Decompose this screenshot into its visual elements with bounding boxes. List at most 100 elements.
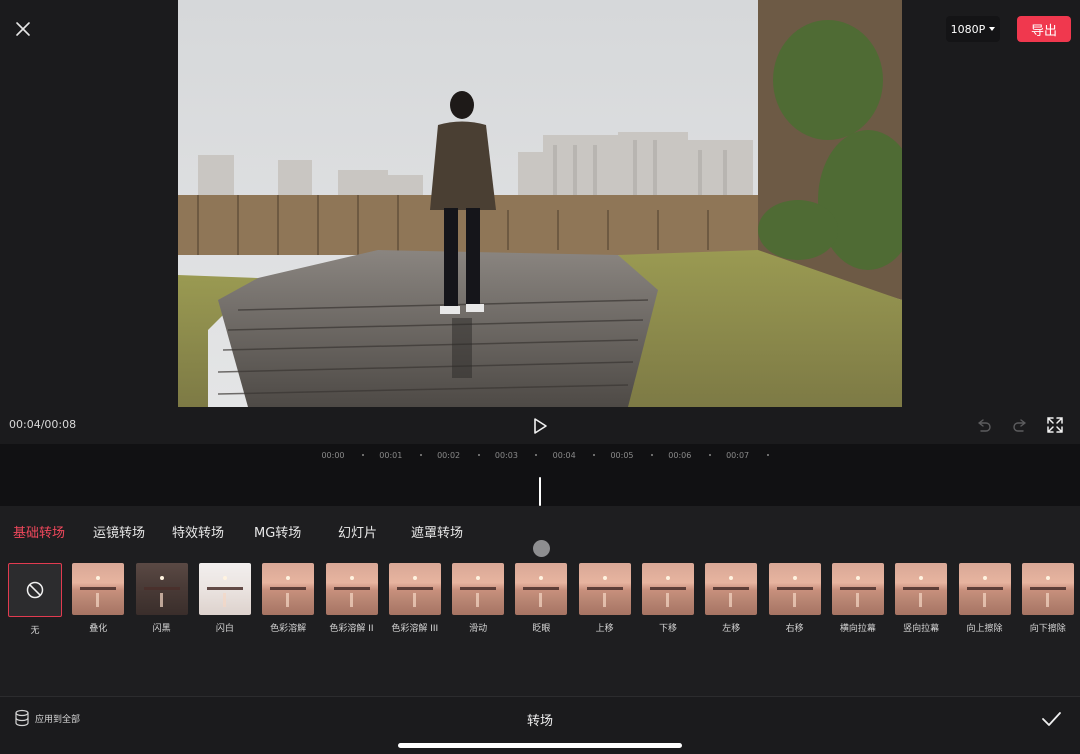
fullscreen-button[interactable] <box>1045 415 1065 435</box>
pier-shape <box>839 587 876 590</box>
transition-thumbnail <box>578 563 631 615</box>
transition-label: 叠化 <box>89 624 108 634</box>
transition-item[interactable]: 叠化 <box>70 563 126 634</box>
transition-thumbnail <box>262 563 315 615</box>
transition-thumbnail <box>325 563 378 615</box>
transition-label: 闪黑 <box>152 624 171 634</box>
pier-shape <box>523 587 560 590</box>
timeline[interactable]: 00:00 00:01 00:02 00:03 00:04 00:05 00:06 00:07 <box>0 444 1080 506</box>
transition-item[interactable]: 眨眼 <box>513 563 569 634</box>
transition-label: 无 <box>30 626 40 636</box>
reflection-shape <box>159 593 163 607</box>
transition-item[interactable]: 滑动 <box>450 563 506 634</box>
confirm-button[interactable] <box>1040 708 1062 730</box>
transition-thumbnail-selected <box>8 563 62 617</box>
ruler-tick-label: 00:06 <box>668 451 692 460</box>
tab-category[interactable]: MG转场 <box>254 522 301 541</box>
reflection-shape <box>349 593 353 607</box>
sun-shape <box>602 576 607 580</box>
reflection-shape <box>222 593 226 607</box>
sun-shape <box>412 576 417 580</box>
tab-category[interactable]: 幻灯片 <box>338 522 377 541</box>
transition-item[interactable]: 下移 <box>640 563 696 634</box>
pier-shape <box>80 587 117 590</box>
transition-item[interactable]: 右移 <box>767 563 823 634</box>
transition-item[interactable]: 闪白 <box>197 563 253 634</box>
redo-button[interactable] <box>1011 417 1029 435</box>
sun-shape <box>159 576 164 580</box>
transition-item[interactable]: 横向拉幕 <box>830 563 886 634</box>
transition-label: 滑动 <box>469 624 488 634</box>
checkmark-icon <box>1042 712 1061 726</box>
pier-shape <box>776 587 813 590</box>
no-transition-icon <box>26 581 44 599</box>
transition-thumbnail <box>135 563 188 615</box>
ruler-dot <box>593 454 596 456</box>
pier-shape <box>143 587 180 590</box>
close-button[interactable] <box>10 16 36 42</box>
close-icon <box>16 22 30 36</box>
video-preview <box>178 0 902 407</box>
transition-thumbnail <box>388 563 441 615</box>
transition-item[interactable]: 左移 <box>703 563 759 634</box>
pier-shape <box>713 587 750 590</box>
transition-item[interactable]: 无 <box>7 563 63 636</box>
sun-shape <box>855 576 860 580</box>
playhead[interactable] <box>539 477 541 506</box>
resolution-dropdown[interactable]: 1080P <box>946 16 1000 42</box>
undo-button[interactable] <box>975 417 993 435</box>
reflection-shape <box>286 593 290 607</box>
transition-item[interactable]: 闪黑 <box>134 563 190 634</box>
reflection-shape <box>1045 593 1049 607</box>
time-ruler: 00:00 00:01 00:02 00:03 00:04 00:05 00:06 00:07 <box>0 444 1080 466</box>
transition-label: 竖向拉幕 <box>903 624 940 634</box>
transition-label: 横向拉幕 <box>839 624 876 634</box>
reflection-shape <box>539 593 543 607</box>
ruler-dot <box>708 454 711 456</box>
export-button[interactable]: 导出 <box>1017 16 1071 42</box>
transition-item[interactable]: 色彩溶解 III <box>387 563 443 634</box>
transition-label: 左移 <box>722 624 741 634</box>
fullscreen-icon <box>1047 417 1063 433</box>
ruler-dot <box>419 454 422 456</box>
transition-item[interactable]: 色彩溶解 <box>260 563 316 634</box>
transition-item[interactable]: 上移 <box>577 563 633 634</box>
duration-slider-knob[interactable] <box>533 540 550 557</box>
transition-thumbnail <box>831 563 884 615</box>
reflection-shape <box>476 593 480 607</box>
transition-item[interactable]: 竖向拉幕 <box>893 563 949 634</box>
sun-shape <box>539 576 544 580</box>
reflection-shape <box>96 593 100 607</box>
pier-shape <box>460 587 497 590</box>
ruler-tick-label: 00:05 <box>610 451 634 460</box>
transition-label: 色彩溶解 II <box>329 624 374 634</box>
transition-label: 向上擦除 <box>966 624 1003 634</box>
sun-shape <box>729 576 734 580</box>
play-button[interactable] <box>528 414 552 438</box>
transition-label: 右移 <box>785 624 804 634</box>
tab-category[interactable]: 基础转场 <box>13 522 65 541</box>
transition-item[interactable]: 向上擦除 <box>957 563 1013 634</box>
tab-category[interactable]: 特效转场 <box>172 522 224 541</box>
reflection-shape <box>412 593 416 607</box>
panel-title: 转场 <box>526 714 553 729</box>
redo-icon <box>1013 419 1026 432</box>
tab-category[interactable]: 运镜转场 <box>93 522 145 541</box>
reflection-shape <box>729 593 733 607</box>
transition-thumbnail <box>642 563 694 615</box>
transition-label: 上移 <box>595 624 614 634</box>
reflection-shape <box>666 593 669 607</box>
pier-shape <box>903 587 940 590</box>
transition-item[interactable]: 色彩溶解 II <box>324 563 380 634</box>
ruler-tick-label: 00:01 <box>379 451 403 460</box>
pier-shape <box>586 587 623 590</box>
sun-shape <box>919 576 924 580</box>
tab-category[interactable]: 遮罩转场 <box>411 522 463 541</box>
transition-item[interactable]: 向下擦除 <box>1020 563 1076 634</box>
ruler-tick-label: 00:03 <box>494 451 518 460</box>
transition-thumbnail <box>958 563 1011 615</box>
transition-label: 闪白 <box>215 624 234 634</box>
sun-shape <box>982 576 987 580</box>
reflection-shape <box>919 593 923 607</box>
reflection-shape <box>602 593 606 607</box>
